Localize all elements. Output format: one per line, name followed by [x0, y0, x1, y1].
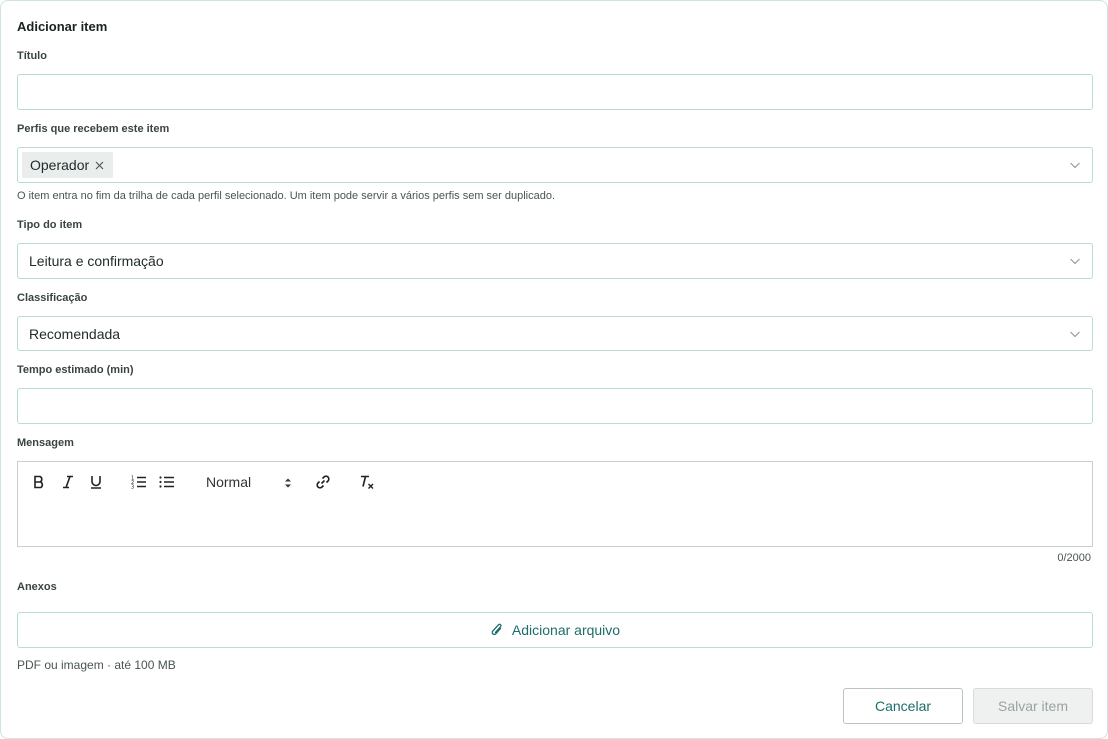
underline-icon[interactable] [87, 473, 105, 491]
link-icon[interactable] [314, 473, 332, 491]
chevron-down-icon [1070, 258, 1080, 265]
tipo-value: Leitura e confirmação [29, 253, 164, 269]
italic-icon[interactable] [59, 473, 77, 491]
perfis-label: Perfis que recebem este item [17, 123, 170, 135]
svg-text:3: 3 [131, 485, 134, 490]
add-file-button[interactable]: Adicionar arquivo [17, 612, 1093, 648]
dialog-title: Adicionar item [17, 19, 108, 34]
chip-operador: Operador [22, 152, 114, 178]
chip-label: Operador [30, 157, 90, 173]
classificacao-label: Classificação [17, 292, 88, 304]
classificacao-value: Recomendada [29, 326, 121, 342]
chevron-down-icon [1070, 162, 1080, 169]
sort-arrows-icon [285, 478, 291, 488]
add-item-dialog: Adicionar item Título Perfis que recebem… [0, 0, 1108, 739]
clear-format-icon[interactable] [358, 473, 376, 491]
tempo-label: Tempo estimado (min) [17, 364, 134, 376]
classificacao-select[interactable]: Recomendada [17, 316, 1093, 351]
mensagem-label: Mensagem [17, 437, 74, 449]
titulo-input[interactable] [17, 74, 1093, 110]
bold-icon[interactable] [30, 473, 48, 491]
editor-toolbar: 123 Normal [17, 461, 1093, 503]
perfis-multiselect[interactable]: Operador [17, 147, 1093, 183]
save-button[interactable]: Salvar item [973, 688, 1093, 724]
anexos-label: Anexos [17, 581, 57, 593]
add-file-label: Adicionar arquivo [511, 622, 621, 638]
tipo-select[interactable]: Leitura e confirmação [17, 243, 1093, 279]
heading-select[interactable]: Normal [206, 473, 292, 493]
titulo-label: Título [17, 50, 47, 62]
bullet-list-icon[interactable] [158, 473, 176, 491]
tempo-input[interactable] [17, 388, 1093, 424]
paperclip-icon [491, 623, 502, 636]
ordered-list-icon[interactable]: 123 [130, 473, 148, 491]
cancel-button[interactable]: Cancelar [843, 688, 963, 724]
tipo-label: Tipo do item [17, 219, 83, 231]
heading-value: Normal [206, 474, 252, 490]
perfis-help-text: O item entra no fim da trilha de cada pe… [17, 190, 556, 202]
anexos-hint: PDF ou imagem · até 100 MB [17, 658, 176, 672]
close-icon[interactable] [93, 159, 105, 171]
message-editor[interactable] [17, 502, 1093, 547]
character-counter: 0/2000 [1057, 552, 1091, 564]
chevron-down-icon [1070, 331, 1080, 338]
